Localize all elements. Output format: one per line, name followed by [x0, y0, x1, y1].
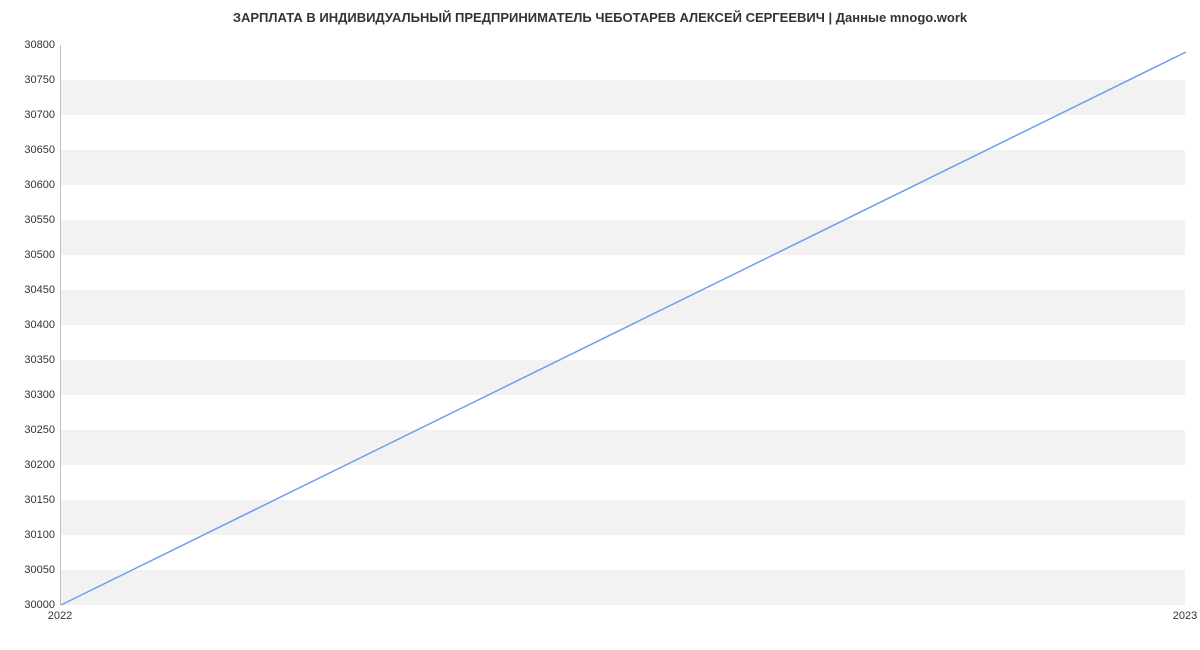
y-tick-label: 30400: [5, 319, 55, 331]
y-tick-label: 30550: [5, 214, 55, 226]
y-tick-label: 30650: [5, 144, 55, 156]
y-tick-label: 30300: [5, 389, 55, 401]
y-tick-label: 30500: [5, 249, 55, 261]
y-tick-label: 30250: [5, 424, 55, 436]
y-tick-label: 30050: [5, 564, 55, 576]
x-tick-label: 2023: [1173, 610, 1197, 622]
y-tick-label: 30350: [5, 354, 55, 366]
line-layer: [61, 45, 1185, 604]
data-line: [61, 52, 1186, 605]
chart-container: ЗАРПЛАТА В ИНДИВИДУАЛЬНЫЙ ПРЕДПРИНИМАТЕЛ…: [0, 0, 1200, 650]
y-tick-label: 30700: [5, 109, 55, 121]
y-tick-label: 30750: [5, 74, 55, 86]
chart-title: ЗАРПЛАТА В ИНДИВИДУАЛЬНЫЙ ПРЕДПРИНИМАТЕЛ…: [0, 10, 1200, 25]
y-tick-label: 30600: [5, 179, 55, 191]
y-tick-label: 30800: [5, 39, 55, 51]
y-tick-label: 30150: [5, 494, 55, 506]
y-tick-label: 30450: [5, 284, 55, 296]
x-tick-label: 2022: [48, 610, 72, 622]
y-tick-label: 30200: [5, 459, 55, 471]
plot-area: [60, 45, 1185, 605]
y-tick-label: 30100: [5, 529, 55, 541]
